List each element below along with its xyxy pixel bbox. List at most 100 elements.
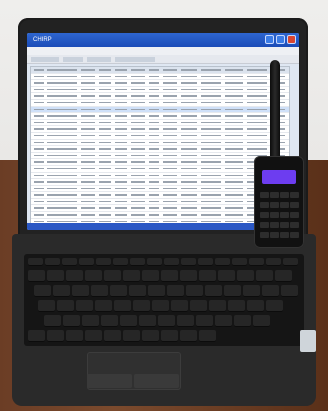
grid-cell [163, 200, 177, 203]
keyboard-key [253, 315, 270, 327]
grid-cell [99, 161, 111, 163]
grid-cell [163, 95, 177, 97]
grid-cell [131, 220, 145, 223]
grid-cell [225, 174, 243, 176]
grid-cell [201, 200, 221, 203]
toolbar-tab [87, 57, 111, 62]
grid-cell [131, 101, 145, 104]
grid-cell [81, 88, 95, 91]
grid-cell [201, 167, 221, 170]
grid-cell [34, 101, 44, 104]
keyboard-key [142, 330, 159, 342]
window-controls [265, 35, 296, 44]
keyboard-key [167, 285, 184, 297]
grid-cell [181, 95, 197, 97]
keyboard-key [232, 258, 247, 266]
grid-cell [47, 214, 77, 216]
grid-cell [201, 121, 221, 124]
grid-cell [99, 101, 111, 104]
radio-keypad-key [260, 232, 269, 238]
keyboard-key [120, 315, 137, 327]
grid-cell [99, 108, 111, 111]
grid-cell [163, 220, 177, 223]
grid-cell [201, 148, 221, 150]
keyboard-key [283, 258, 298, 266]
grid-cell [131, 75, 145, 78]
grid-cell [225, 167, 243, 170]
keyboard-key [148, 285, 165, 297]
grid-cell [115, 108, 127, 111]
keyboard-key [180, 330, 197, 342]
radio-keypad-key [280, 212, 289, 218]
radio-keypad-key [270, 222, 279, 228]
grid-cell [115, 207, 127, 209]
grid-cell [99, 174, 111, 176]
grid-cell [149, 181, 159, 183]
keyboard-key [47, 330, 64, 342]
grid-cell [47, 174, 77, 176]
grid-cell [181, 161, 197, 163]
grid-cell [47, 194, 77, 196]
grid-cell [131, 108, 145, 111]
grid-cell [163, 82, 177, 84]
keyboard-key [139, 315, 156, 327]
keyboard-key [256, 270, 273, 282]
keyboard-key [45, 258, 60, 266]
keyboard-key [133, 300, 150, 312]
grid-cell [131, 148, 145, 150]
keyboard-key [76, 300, 93, 312]
grid-cell [115, 181, 127, 183]
grid-cell [115, 220, 127, 223]
keyboard-key [63, 315, 80, 327]
grid-cell [225, 95, 243, 97]
minimize-icon [265, 35, 274, 44]
touchpad-left-button [87, 374, 132, 388]
keyboard-key [199, 270, 216, 282]
keyboard-key [123, 330, 140, 342]
keyboard-key [161, 330, 178, 342]
grid-cell [149, 207, 159, 209]
grid-cell [99, 214, 111, 216]
grid-cell [131, 82, 145, 84]
keyboard-key [82, 315, 99, 327]
grid-cell [181, 187, 197, 190]
grid-cell [34, 141, 44, 144]
grid-cell [163, 148, 177, 150]
grid-cell [115, 141, 127, 144]
grid-cell [99, 69, 111, 71]
grid-cell [81, 187, 95, 190]
grid-cell [149, 141, 159, 144]
grid-cell [34, 69, 44, 71]
keyboard-key [177, 315, 194, 327]
grid-cell [131, 207, 145, 209]
grid-cell [181, 181, 197, 183]
grid-cell [149, 214, 159, 216]
touchpad-right-button [134, 374, 179, 388]
grid-cell [131, 115, 145, 117]
radio-antenna [270, 60, 280, 160]
grid-cell [131, 95, 145, 97]
radio-keypad-key [280, 232, 289, 238]
grid-cell [47, 141, 77, 144]
grid-cell [99, 115, 111, 117]
radio-keypad-key [260, 192, 269, 198]
keyboard-key [281, 285, 298, 297]
grid-cell [201, 82, 221, 84]
radio-keypad-key [290, 212, 299, 218]
grid-cell [149, 108, 159, 111]
grid-cell [163, 141, 177, 144]
grid-cell [131, 128, 145, 130]
keyboard-key [198, 258, 213, 266]
grid-cell [225, 88, 243, 91]
grid-cell [99, 75, 111, 78]
grid-cell [201, 214, 221, 216]
grid-cell [34, 82, 44, 84]
grid-cell [149, 88, 159, 91]
grid-cell [225, 128, 243, 130]
grid-cell [99, 207, 111, 209]
grid-cell [181, 128, 197, 130]
grid-cell [225, 200, 243, 203]
grid-cell [225, 115, 243, 117]
grid-cell [99, 141, 111, 144]
keyboard-key [237, 270, 254, 282]
